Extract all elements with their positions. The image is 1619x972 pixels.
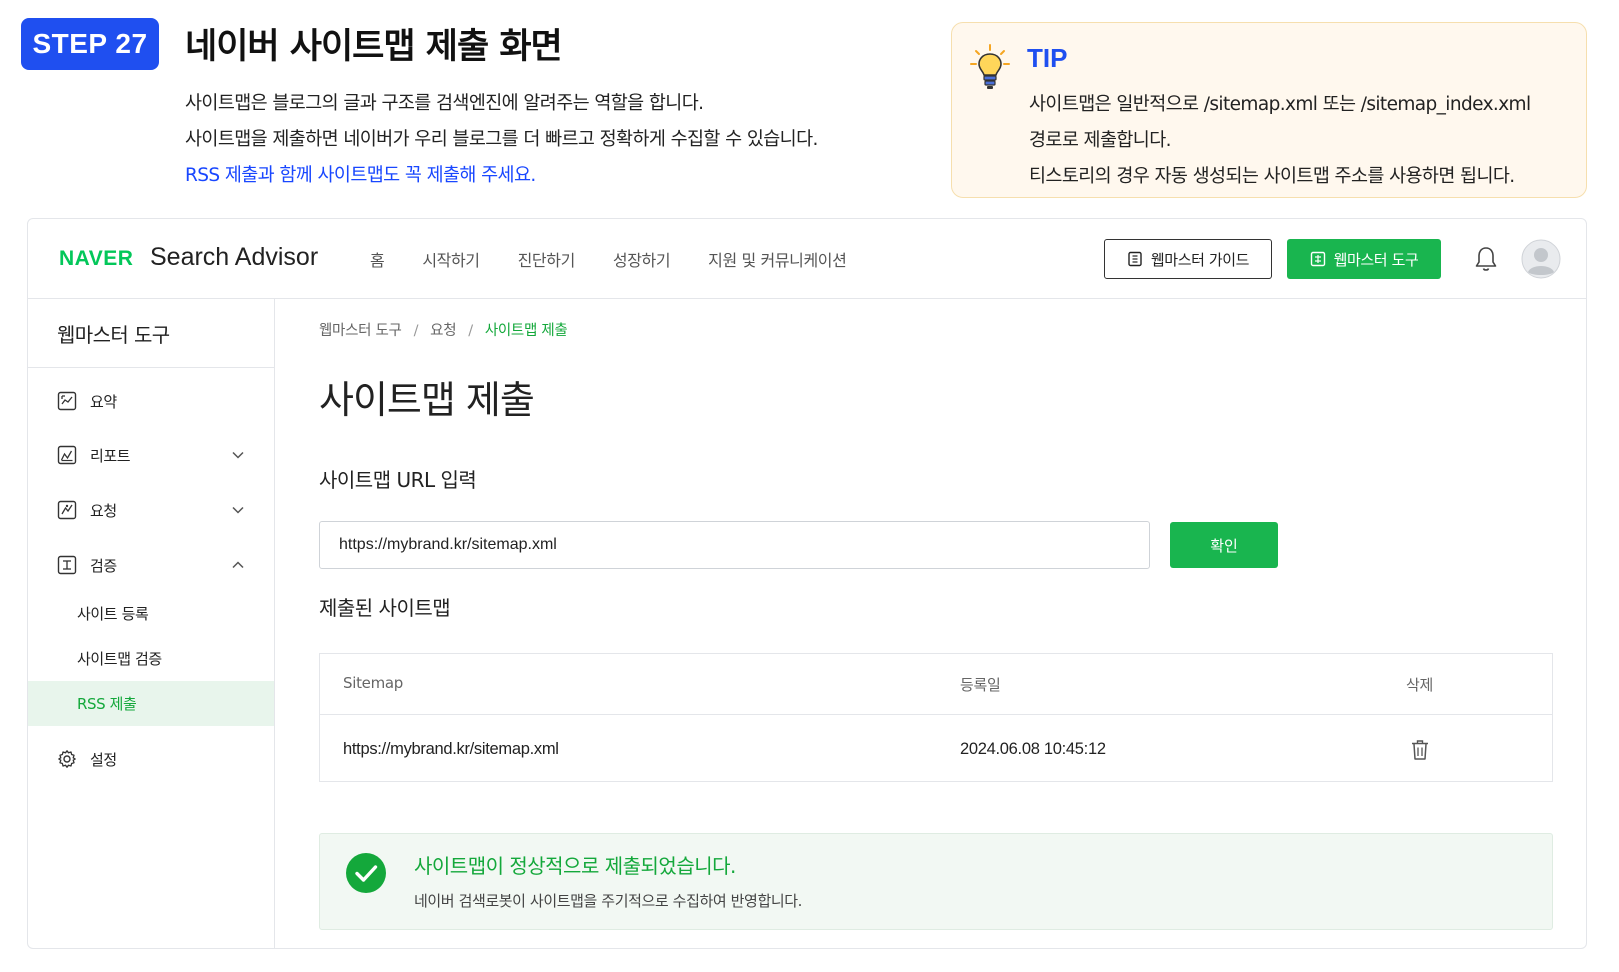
- submitted-sitemap-label: 제출된 사이트맵: [319, 596, 451, 620]
- breadcrumb: 웹마스터 도구 / 요청 / 사이트맵 제출: [319, 319, 568, 340]
- trash-icon[interactable]: [1410, 739, 1430, 761]
- menu-item-start[interactable]: 시작하기: [422, 247, 480, 271]
- step-description-line: 사이트맵을 제출하면 네이버가 우리 블로그를 더 빠르고 정확하게 수집할 수…: [185, 129, 818, 150]
- table-header: Sitemap 등록일 삭제: [320, 654, 1552, 715]
- sitemap-table: Sitemap 등록일 삭제 https://mybrand.kr/sitema…: [319, 653, 1553, 782]
- guide-book-icon: [1128, 251, 1142, 267]
- sidebar-subitem-rss-submit[interactable]: RSS 제출: [28, 681, 274, 726]
- main-menu: 홈 시작하기 진단하기 성장하기 지원 및 커뮤니케이션: [370, 219, 884, 299]
- sidebar-item-summary[interactable]: 요약: [28, 379, 274, 423]
- step-highlight: RSS 제출과 함께 사이트맵도 꼭 제출해 주세요.: [185, 165, 536, 186]
- sidebar-item-request[interactable]: 요청: [28, 488, 274, 532]
- tip-line: 경로로 제출합니다.: [1029, 130, 1172, 151]
- verify-icon: [57, 555, 77, 575]
- tool-icon: [1310, 251, 1325, 267]
- menu-item-grow[interactable]: 성장하기: [613, 247, 671, 271]
- check-circle-icon: [346, 853, 386, 893]
- chevron-up-icon: [232, 561, 244, 569]
- menu-item-home[interactable]: 홈: [370, 247, 385, 271]
- breadcrumb-item[interactable]: 웹마스터 도구: [319, 323, 402, 339]
- breadcrumb-current: 사이트맵 제출: [484, 323, 568, 339]
- breadcrumb-separator: /: [468, 323, 473, 339]
- sidebar-item-report[interactable]: 리포트: [28, 433, 274, 477]
- breadcrumb-item[interactable]: 요청: [430, 323, 456, 339]
- confirm-button[interactable]: 확인: [1170, 522, 1278, 568]
- sidebar-subitem-sitemap-verify[interactable]: 사이트맵 검증: [28, 636, 274, 681]
- search-advisor-window: NAVER Search Advisor 홈 시작하기 진단하기 성장하기 지원…: [27, 218, 1587, 949]
- step-description-line: 사이트맵은 블로그의 글과 구조를 검색엔진에 알려주는 역할을 합니다.: [185, 93, 704, 114]
- step-badge: STEP 27: [21, 18, 159, 70]
- menu-item-support[interactable]: 지원 및 커뮤니케이션: [708, 247, 847, 271]
- tip-box: TIP 사이트맵은 일반적으로 /sitemap.xml 또는 /sitemap…: [951, 22, 1587, 198]
- chevron-down-icon: [232, 506, 244, 514]
- sidebar-item-label: 요약: [90, 392, 117, 411]
- success-subtitle: 네이버 검색로봇이 사이트맵을 주기적으로 수집하여 반영합니다.: [414, 892, 803, 910]
- page-title: 사이트맵 제출: [319, 378, 535, 422]
- tip-title: TIP: [1027, 43, 1068, 73]
- chevron-down-icon: [232, 451, 244, 459]
- sitemap-url-cell: https://mybrand.kr/sitemap.xml: [343, 740, 559, 758]
- sidebar-title: 웹마스터 도구: [28, 299, 274, 368]
- success-title: 사이트맵이 정상적으로 제출되었습니다.: [414, 854, 736, 878]
- sidebar-item-verify[interactable]: 검증: [28, 543, 274, 587]
- registered-date-cell: 2024.06.08 10:45:12: [960, 740, 1106, 758]
- column-header-sitemap: Sitemap: [343, 674, 404, 692]
- column-header-date: 등록일: [960, 676, 1001, 694]
- sidebar-item-label: 설정: [90, 750, 117, 769]
- webmaster-tool-button[interactable]: 웹마스터 도구: [1287, 239, 1441, 279]
- sidebar-item-settings[interactable]: 설정: [28, 737, 274, 781]
- sidebar-item-label: 리포트: [90, 446, 131, 465]
- gear-icon: [58, 750, 76, 768]
- summary-icon: [57, 391, 77, 411]
- webmaster-guide-label: 웹마스터 가이드: [1150, 250, 1250, 269]
- column-header-delete: 삭제: [1406, 676, 1434, 694]
- tip-line: 티스토리의 경우 자동 생성되는 사이트맵 주소를 사용하면 됩니다.: [1029, 166, 1515, 187]
- step-description: 사이트맵은 블로그의 글과 구조를 검색엔진에 알려주는 역할을 합니다. 사이…: [185, 86, 818, 194]
- tip-text: 사이트맵은 일반적으로 /sitemap.xml 또는 /sitemap_ind…: [1029, 87, 1531, 195]
- bell-icon[interactable]: [1473, 245, 1499, 273]
- top-navigation: NAVER Search Advisor 홈 시작하기 진단하기 성장하기 지원…: [28, 219, 1586, 299]
- menu-item-diagnose[interactable]: 진단하기: [518, 247, 576, 271]
- webmaster-guide-button[interactable]: 웹마스터 가이드: [1104, 239, 1272, 279]
- url-input-label: 사이트맵 URL 입력: [319, 468, 477, 492]
- sidebar-subitem-site-register[interactable]: 사이트 등록: [28, 591, 274, 636]
- report-icon: [57, 445, 77, 465]
- avatar[interactable]: [1521, 239, 1561, 279]
- tip-line: 사이트맵은 일반적으로 /sitemap.xml 또는 /sitemap_ind…: [1029, 94, 1531, 115]
- sitemap-url-input[interactable]: [319, 521, 1150, 569]
- sidebar-item-label: 검증: [90, 556, 117, 575]
- sidebar: 웹마스터 도구 요약 리포트 요청 검증 사이트 등록 사이트맵 검증 RSS …: [28, 299, 275, 948]
- request-icon: [57, 500, 77, 520]
- step-title: 네이버 사이트맵 제출 화면: [185, 27, 563, 67]
- lightbulb-icon: [970, 44, 1010, 89]
- product-name[interactable]: Search Advisor: [150, 243, 318, 272]
- success-message: 사이트맵이 정상적으로 제출되었습니다. 네이버 검색로봇이 사이트맵을 주기적…: [319, 833, 1553, 930]
- naver-logo[interactable]: NAVER: [59, 247, 133, 271]
- sidebar-item-label: 요청: [90, 501, 117, 520]
- breadcrumb-separator: /: [413, 323, 419, 339]
- webmaster-tool-label: 웹마스터 도구: [1333, 250, 1419, 269]
